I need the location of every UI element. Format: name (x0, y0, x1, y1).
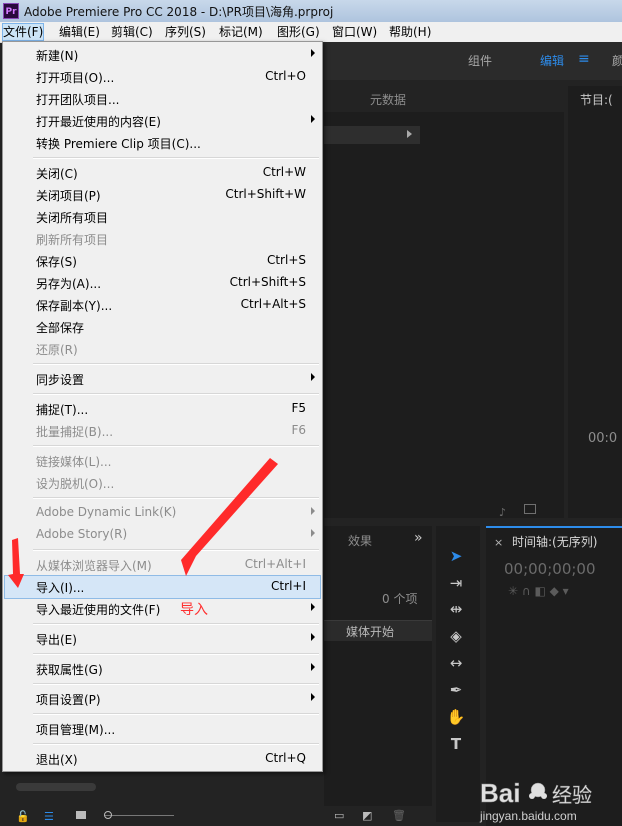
annotation-arrows (8, 458, 278, 588)
baidu-jingyan-watermark: Bai 经验 jingyan.baidu.com (478, 772, 618, 824)
svg-text:Bai: Bai (480, 778, 520, 808)
annotation-arrow-vertical (8, 538, 24, 588)
svg-text:经验: 经验 (552, 783, 592, 807)
annotation-label: 导入 (180, 602, 208, 618)
baidu-logo: Bai 经验 jingyan.baidu.com (479, 778, 592, 823)
annotation-arrow-diagonal (181, 458, 278, 576)
svg-text:jingyan.baidu.com: jingyan.baidu.com (479, 809, 577, 823)
